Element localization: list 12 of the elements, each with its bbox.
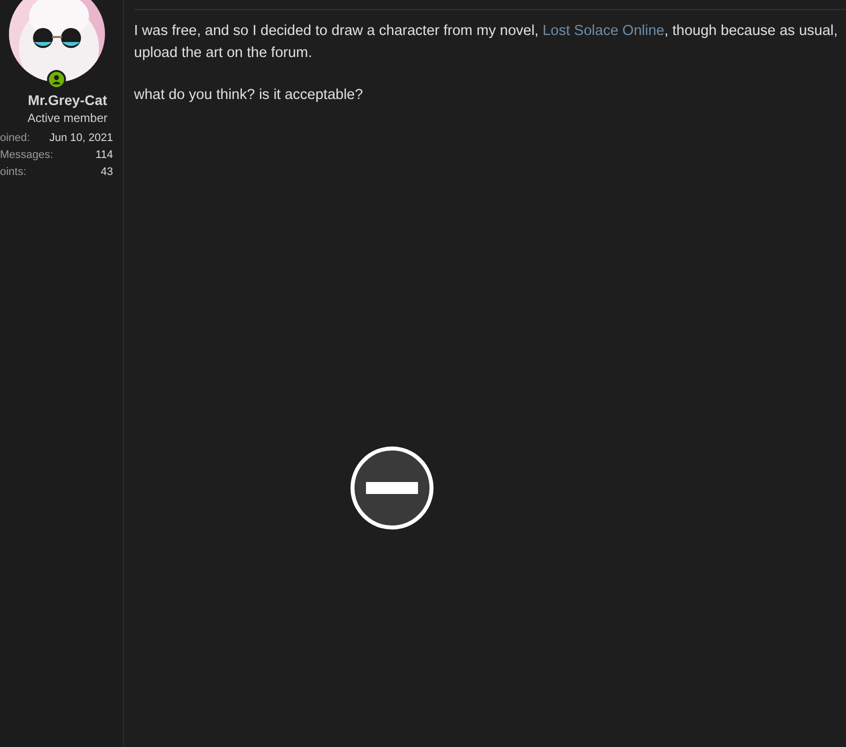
stat-value: Jun 10, 2021 xyxy=(49,131,113,146)
message-text: upload the art on the forum. xyxy=(134,44,314,63)
stat-label: oined: xyxy=(0,131,30,146)
message-text: what do you think? is it acceptable? xyxy=(134,86,364,105)
message-text: I was free, and so I decided to draw a character from my novel, Lost Solace Online, though because as usual, xyxy=(134,22,839,41)
user-title: Active member xyxy=(27,111,108,125)
stat-label: Messages: xyxy=(0,148,54,163)
stat-value: 114 xyxy=(95,148,113,163)
novel-link[interactable]: Lost Solace Online xyxy=(542,23,664,39)
username[interactable]: Mr.Grey-Cat xyxy=(28,92,108,108)
stat-value: 43 xyxy=(100,165,113,180)
stat-label: oints: xyxy=(0,165,26,180)
